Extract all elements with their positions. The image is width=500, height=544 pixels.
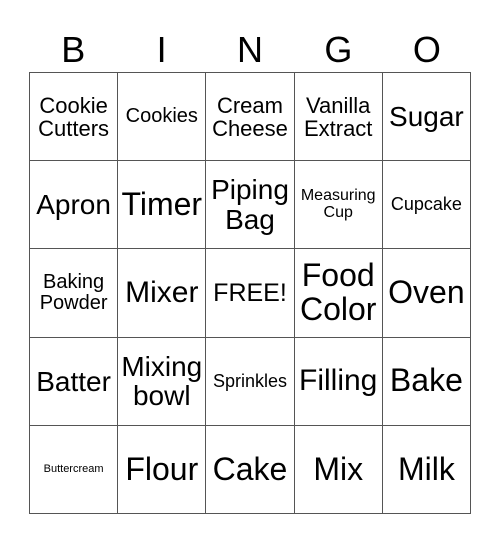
header-letter-i: I bbox=[156, 29, 167, 70]
header-letter-n: N bbox=[237, 29, 264, 70]
bingo-header: B I N G O bbox=[29, 30, 471, 70]
bingo-cell[interactable]: Mixing bowl bbox=[118, 337, 207, 426]
bingo-cell[interactable]: Mixer bbox=[118, 249, 207, 338]
bingo-cell[interactable]: Oven bbox=[382, 249, 471, 338]
bingo-cell[interactable]: Apron bbox=[30, 161, 119, 250]
bingo-cell[interactable]: Buttercream bbox=[30, 425, 119, 514]
bingo-cell[interactable]: Flour bbox=[118, 425, 207, 514]
bingo-cell[interactable]: Sprinkles bbox=[206, 337, 295, 426]
header-letter-b: B bbox=[61, 29, 86, 70]
bingo-cell[interactable]: Sugar bbox=[382, 73, 471, 162]
bingo-cell[interactable]: Bake bbox=[382, 337, 471, 426]
bingo-cell[interactable]: Filling bbox=[294, 337, 383, 426]
bingo-cell[interactable]: Food Color bbox=[294, 249, 383, 338]
bingo-card: Cookie Cutters Cookies Cream Cheese Vani… bbox=[29, 72, 471, 514]
free-space[interactable]: FREE! bbox=[206, 249, 295, 338]
bingo-cell[interactable]: Cream Cheese bbox=[206, 73, 295, 162]
bingo-cell[interactable]: Batter bbox=[30, 337, 119, 426]
header-letter-o: O bbox=[412, 29, 441, 70]
bingo-cell[interactable]: Baking Powder bbox=[30, 249, 119, 338]
bingo-cell[interactable]: Measuring Cup bbox=[294, 161, 383, 250]
bingo-cell[interactable]: Cake bbox=[206, 425, 295, 514]
bingo-cell[interactable]: Timer bbox=[118, 161, 207, 250]
bingo-cell[interactable]: Cookie Cutters bbox=[30, 73, 119, 162]
bingo-cell[interactable]: Milk bbox=[382, 425, 471, 514]
bingo-cell[interactable]: Piping Bag bbox=[206, 161, 295, 250]
header-letter-g: G bbox=[324, 29, 353, 70]
bingo-cell[interactable]: Cupcake bbox=[382, 161, 471, 250]
bingo-cell[interactable]: Cookies bbox=[118, 73, 207, 162]
bingo-cell[interactable]: Vanilla Extract bbox=[294, 73, 383, 162]
bingo-cell[interactable]: Mix bbox=[294, 425, 383, 514]
